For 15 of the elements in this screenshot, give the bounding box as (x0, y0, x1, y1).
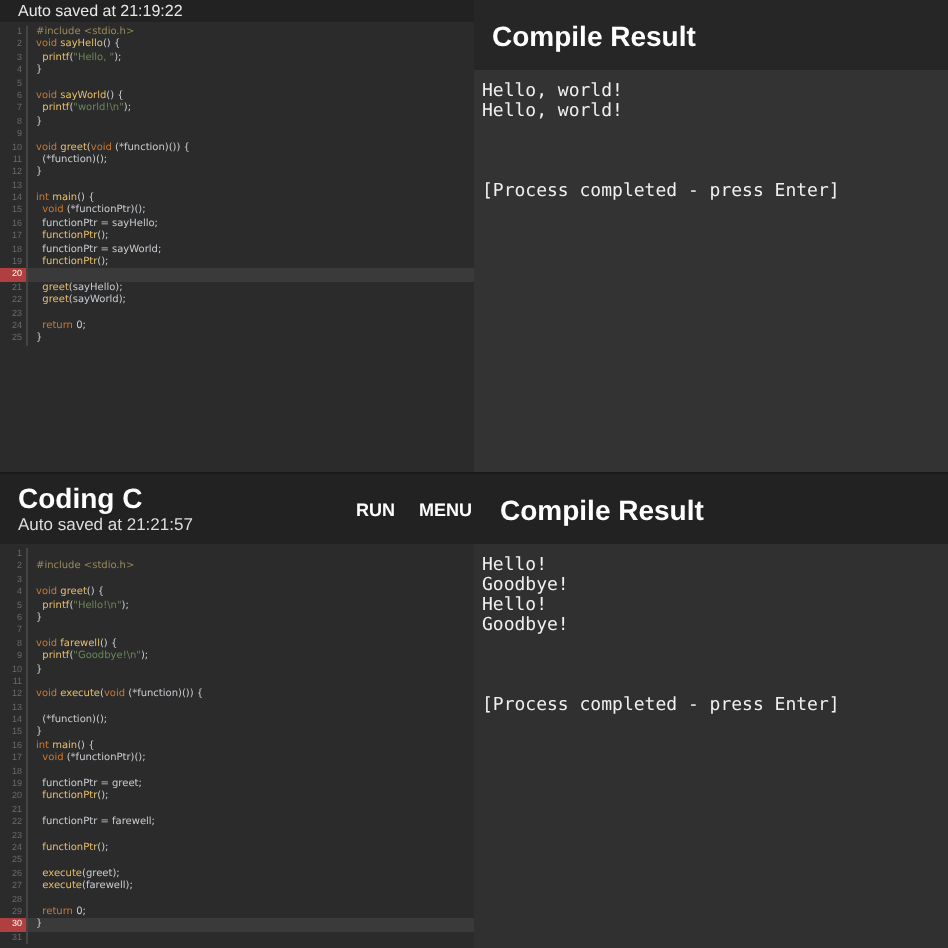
output-line: Hello, world! (482, 102, 625, 122)
output-line: Goodbye! (482, 576, 571, 596)
output-line: Hello, world! (482, 82, 625, 102)
output-line: Hello! (482, 556, 550, 576)
output-line: Hello! (482, 596, 550, 616)
result-title: Compile Result (500, 493, 704, 525)
toolbar-button[interactable]: RUN (344, 491, 407, 527)
result-title: Compile Result (492, 19, 696, 51)
output-line: Goodbye! (482, 616, 571, 636)
status-line: [Process completed - press Enter] (482, 182, 842, 202)
toolbar-button[interactable]: MENU (407, 491, 484, 527)
autosave-status: Auto saved at 21:21:57 (18, 514, 195, 536)
app-title: Coding C (18, 482, 145, 514)
status-line: [Process completed - press Enter] (482, 696, 842, 716)
autosave-status: Auto saved at 21:19:22 (18, 2, 183, 22)
